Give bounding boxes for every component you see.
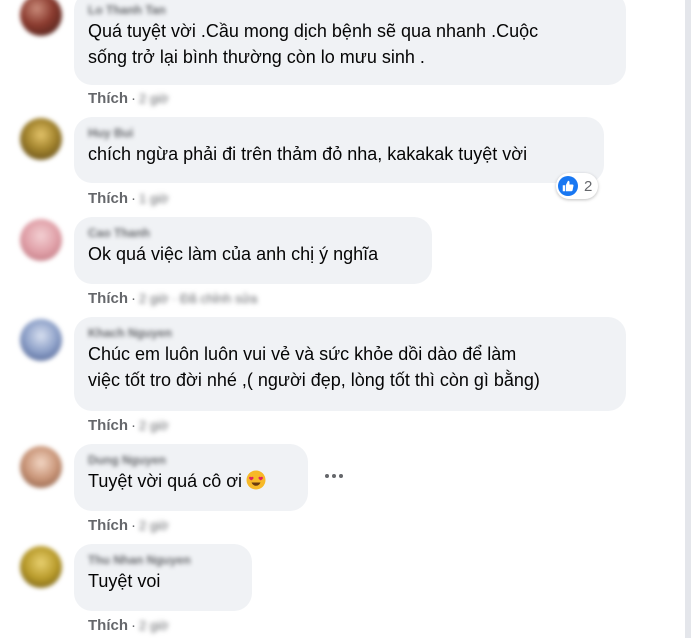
separator: · <box>131 517 136 534</box>
comment-text-line: Chúc em luôn luôn vui vẻ và sức khỏe dồi… <box>88 344 517 364</box>
comments-panel: Lo Thanh Tan Quá tuyệt vời .Cầu mong dịc… <box>0 0 691 638</box>
comment-actions: Thích · 1 giờ <box>88 189 169 209</box>
separator: · <box>131 190 136 207</box>
avatar[interactable] <box>20 118 62 160</box>
heart-eyes-emoji-icon <box>246 470 266 490</box>
comment-time[interactable]: 2 giờ <box>139 518 169 533</box>
comment-text-line: Tuyệt vời quá cô ơi <box>88 468 294 494</box>
more-options-icon <box>325 474 329 478</box>
like-link[interactable]: Thích <box>88 190 128 207</box>
like-icon <box>558 176 578 196</box>
comment-bubble: Thu Nhan Nguyen Tuyệt voi <box>74 544 252 611</box>
avatar[interactable] <box>20 0 62 36</box>
separator: · <box>131 290 136 307</box>
more-options-icon <box>332 474 336 478</box>
separator: · <box>131 417 136 434</box>
comment-author[interactable]: Cao Thanh <box>88 225 418 241</box>
comment-text-line: Tuyệt voi <box>88 571 161 591</box>
more-options-icon <box>339 474 343 478</box>
comment-actions: Thích · 2 giờ <box>88 89 169 109</box>
comment-actions: Thích · 2 giờ <box>88 516 169 536</box>
comment-time[interactable]: 2 giờ <box>139 91 169 106</box>
comment-text-line: việc tốt tro đời nhé ,( người đẹp, lòng … <box>88 370 540 390</box>
comment-author[interactable]: Lo Thanh Tan <box>88 2 612 18</box>
comment-text: Tuyệt vời quá cô ơi <box>88 471 243 491</box>
avatar[interactable] <box>20 546 62 588</box>
comment-time[interactable]: 2 giờ · Đã chỉnh sửa <box>139 291 257 306</box>
comment-time[interactable]: 2 giờ <box>139 618 169 633</box>
comment-bubble: Dung Nguyen Tuyệt vời quá cô ơi <box>74 444 308 511</box>
like-link[interactable]: Thích <box>88 290 128 307</box>
comment-bubble: Huy Bui chích ngừa phải đi trên thảm đỏ … <box>74 117 604 183</box>
separator: · <box>131 617 136 634</box>
like-link[interactable]: Thích <box>88 90 128 107</box>
more-options-button[interactable] <box>320 462 348 490</box>
like-link[interactable]: Thích <box>88 417 128 434</box>
comment-actions: Thích · 2 giờ <box>88 616 169 636</box>
comment-author[interactable]: Dung Nguyen <box>88 452 294 468</box>
comment-author[interactable]: Thu Nhan Nguyen <box>88 552 238 568</box>
comment-author[interactable]: Khach Nguyen <box>88 325 612 341</box>
reaction-count: 2 <box>584 177 593 195</box>
avatar[interactable] <box>20 319 62 361</box>
comment-text-line: Quá tuyệt vời .Cầu mong dịch bệnh sẽ qua… <box>88 21 539 41</box>
comment-text-line: Ok quá việc làm của anh chị ý nghĩa <box>88 244 379 264</box>
avatar[interactable] <box>20 219 62 261</box>
reaction-summary[interactable]: 2 <box>556 173 599 199</box>
comment-bubble: Lo Thanh Tan Quá tuyệt vời .Cầu mong dịc… <box>74 0 626 85</box>
scrollbar-track[interactable] <box>685 0 691 638</box>
like-link[interactable]: Thích <box>88 517 128 534</box>
comment-text-line: chích ngừa phải đi trên thảm đỏ nha, kak… <box>88 144 528 164</box>
comment-text-line: sống trở lại bình thường còn lo mưu sinh… <box>88 47 425 67</box>
comment-actions: Thích · 2 giờ · Đã chỉnh sửa <box>88 289 257 309</box>
avatar[interactable] <box>20 446 62 488</box>
comment-actions: Thích · 2 giờ <box>88 416 169 436</box>
comment-author[interactable]: Huy Bui <box>88 125 590 141</box>
comment-bubble: Cao Thanh Ok quá việc làm của anh chị ý … <box>74 217 432 284</box>
comment-time[interactable]: 2 giờ <box>139 418 169 433</box>
comment-time[interactable]: 1 giờ <box>139 191 169 206</box>
like-link[interactable]: Thích <box>88 617 128 634</box>
comment-bubble: Khach Nguyen Chúc em luôn luôn vui vẻ và… <box>74 317 626 411</box>
separator: · <box>131 90 136 107</box>
